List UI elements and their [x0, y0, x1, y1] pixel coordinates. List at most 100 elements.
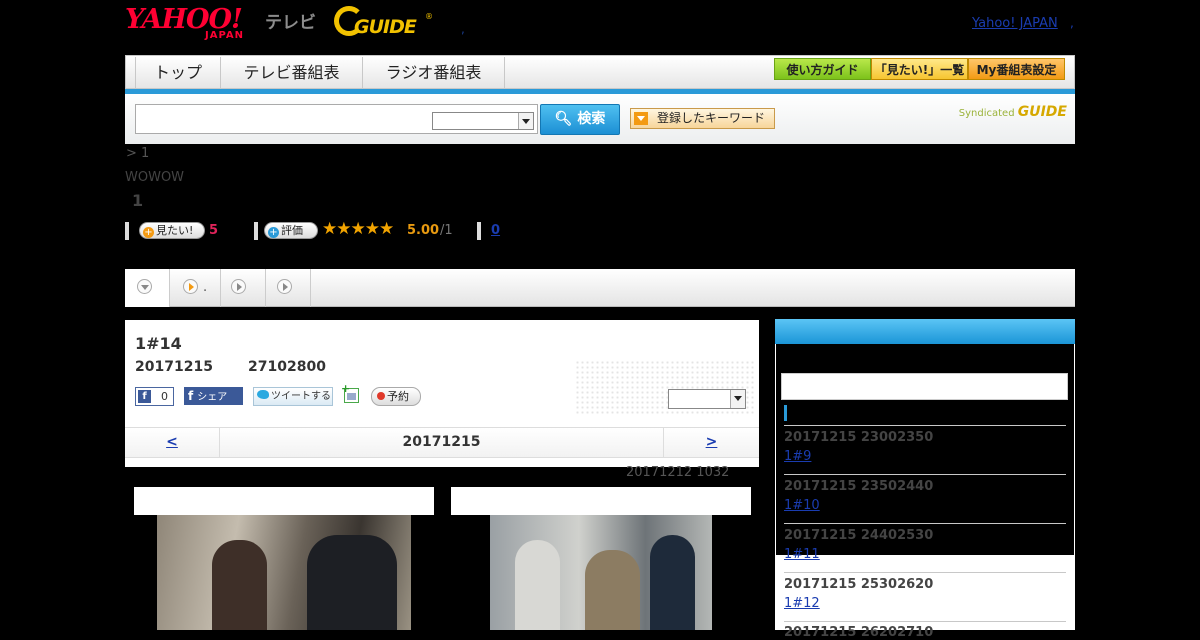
schedule-episode-link[interactable]: 1#9 — [784, 449, 811, 464]
keywords-label: 登録したキーワード — [657, 111, 766, 125]
program-title: 1 — [132, 191, 144, 210]
rating-value: 5.00 — [407, 223, 440, 238]
rate-label: 評価 — [281, 224, 303, 237]
photo-figure — [212, 540, 267, 630]
episode-photo[interactable] — [157, 515, 411, 630]
yahoo-japan-link[interactable]: Yahoo! JAPAN — [972, 16, 1058, 31]
sidebar-field — [781, 373, 1068, 400]
want-list-button[interactable]: 「見たい!」一覧 — [871, 58, 968, 80]
logo-subtext: JAPAN — [205, 30, 244, 41]
divider — [125, 222, 129, 240]
photo-figure — [307, 535, 397, 630]
schedule-episode-link[interactable]: 1#12 — [784, 596, 820, 611]
reserve-label: 予約 — [387, 390, 409, 403]
record-dot-icon — [377, 392, 385, 400]
tweet-button[interactable]: ツイートする — [253, 387, 333, 406]
subtab-2[interactable] — [221, 269, 266, 307]
search-button-label: 検索 — [577, 111, 606, 127]
subtab-1[interactable]: . — [170, 269, 221, 307]
divider — [784, 621, 1066, 622]
breadcrumb: > 1 — [126, 146, 150, 161]
prev-day-link[interactable]: < — [125, 428, 220, 457]
current-day: 20171215 — [402, 434, 481, 450]
photo-figure — [650, 535, 695, 630]
tab-radio-schedule[interactable]: ラジオ番組表 — [363, 57, 505, 89]
divider — [784, 572, 1066, 573]
search-icon: 🔍︎ — [554, 111, 573, 127]
header-link-dot: , — [1070, 16, 1074, 30]
section-marker — [784, 405, 787, 421]
divider — [254, 222, 258, 240]
facebook-icon: f — [138, 390, 151, 403]
dropdown-arrow-icon — [634, 112, 648, 125]
subtab-label: . — [203, 280, 208, 295]
rating-count: /1 — [440, 223, 453, 238]
photo-figure — [515, 540, 560, 630]
gguide-reg-mark: ® — [425, 12, 433, 21]
search-bar: 🔍︎ 検索 登録したキーワード Syndicated GUIDE — [125, 94, 1075, 144]
registered-keywords-button[interactable]: 登録したキーワード — [630, 108, 775, 129]
play-icon — [231, 279, 246, 294]
subtab-0[interactable] — [125, 269, 170, 307]
divider — [477, 222, 481, 240]
facebook-like-count: 0 — [161, 390, 168, 403]
my-schedule-settings-button[interactable]: My番組表設定 — [968, 58, 1065, 80]
updated-timestamp: 20171212 1032 — [626, 465, 730, 480]
main-nav: トップ テレビ番組表 ラジオ番組表 使い方ガイド 「見たい!」一覧 My番組表設… — [125, 55, 1075, 89]
schedule-episode-link[interactable]: 1#10 — [784, 498, 820, 513]
subtab-3[interactable] — [266, 269, 311, 307]
syndicated-gguide-logo: Syndicated GUIDE — [959, 104, 1067, 120]
reserve-button[interactable]: 予約 — [371, 387, 421, 406]
schedule-date: 20171215 25302620 — [784, 577, 934, 592]
day-navigation: < 20171215 > — [125, 427, 759, 458]
chevron-down-icon — [518, 113, 533, 129]
usage-guide-button[interactable]: 使い方ガイド — [774, 58, 871, 80]
rating-stars: ★★★★★ — [322, 219, 394, 239]
episode-photo[interactable] — [490, 515, 712, 630]
schedule-date: 20171215 24402530 — [784, 528, 934, 543]
want-count: 5 — [209, 223, 219, 238]
schedule-episode-link[interactable]: 1#11 — [784, 547, 820, 562]
facebook-icon: f — [188, 389, 194, 403]
tweet-label: ツイートする — [271, 391, 331, 402]
yahoo-japan-logo[interactable]: YAHOO! JAPAN — [125, 6, 261, 42]
search-button[interactable]: 🔍︎ 検索 — [540, 104, 620, 135]
want-to-watch-button[interactable]: + 見たい! — [139, 222, 205, 239]
episode-select[interactable] — [668, 389, 746, 409]
search-category-select[interactable] — [432, 112, 534, 130]
episode-panel: 1#14 20171215 27102800 f 0 fシェア ツイートする 予… — [125, 320, 759, 467]
plus-icon: + — [143, 227, 154, 238]
photo-figure — [585, 550, 640, 630]
gguide-logo[interactable]: GUIDE ® — [334, 6, 434, 42]
twitter-bird-icon — [257, 390, 269, 399]
add-calendar-icon[interactable] — [341, 382, 359, 403]
chevron-down-icon — [730, 390, 745, 408]
facebook-share-button[interactable]: f シェア — [184, 387, 243, 405]
episode-date: 20171215 — [135, 359, 213, 375]
sub-tabs: . — [125, 269, 1075, 307]
want-label: 見たい! — [156, 224, 194, 237]
divider — [784, 425, 1066, 426]
tv-label[interactable]: テレビ — [265, 8, 316, 33]
facebook-like-button[interactable]: f 0 — [135, 387, 174, 406]
syndicated-label: Syndicated — [958, 108, 1015, 119]
episode-title: 1#14 — [135, 334, 182, 353]
tab-top[interactable]: トップ — [135, 57, 221, 89]
syndicated-logo-text: GUIDE — [1017, 104, 1067, 120]
sidebar-header — [775, 319, 1075, 344]
header-dot: , — [461, 22, 465, 36]
share-label: シェア — [197, 392, 228, 403]
next-day-link[interactable]: > — [663, 428, 759, 457]
schedule-sidebar: 20171215 23002350 1#9 20171215 23502440 … — [775, 319, 1075, 640]
rate-button[interactable]: + 評価 — [264, 222, 318, 239]
play-icon — [183, 279, 198, 294]
tab-tv-schedule[interactable]: テレビ番組表 — [221, 57, 363, 89]
photo-card-header — [134, 487, 434, 515]
photo-card-header — [451, 487, 751, 515]
schedule-date: 20171215 23502440 — [784, 479, 934, 494]
schedule-date: 20171215 23002350 — [784, 430, 934, 445]
station-name: WOWOW — [125, 170, 185, 185]
review-count-link[interactable]: 0 — [491, 223, 500, 238]
plus-icon: + — [268, 227, 279, 238]
divider — [784, 523, 1066, 524]
